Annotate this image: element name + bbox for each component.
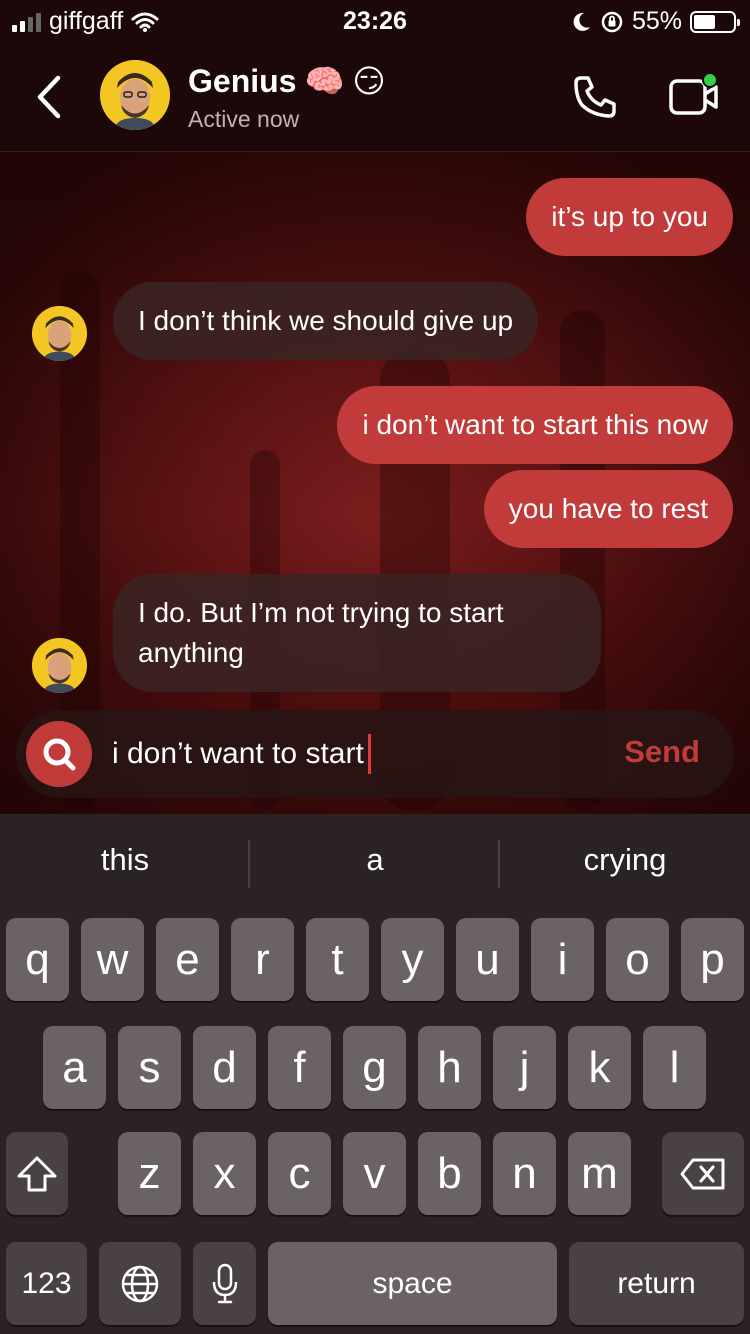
predictive-bar: this a crying xyxy=(0,814,750,914)
video-call-icon[interactable] xyxy=(668,72,720,118)
phone-icon[interactable] xyxy=(572,74,618,120)
key-f[interactable]: f xyxy=(268,1026,331,1109)
key-v[interactable]: v xyxy=(343,1132,406,1215)
smirk-emoji: 😏 xyxy=(352,63,386,99)
key-e[interactable]: e xyxy=(156,918,219,1001)
key-o[interactable]: o xyxy=(606,918,669,1001)
message-out[interactable]: it’s up to you xyxy=(526,178,733,256)
message-in[interactable]: I do. But I’m not trying to start anythi… xyxy=(113,574,601,692)
message-input[interactable]: i don’t want to start xyxy=(112,734,371,774)
battery-icon xyxy=(690,10,740,33)
key-b[interactable]: b xyxy=(418,1132,481,1215)
avatar-face-icon xyxy=(32,638,87,693)
suggestion[interactable]: a xyxy=(250,842,500,878)
key-p[interactable]: p xyxy=(681,918,744,1001)
message-composer: i don’t want to start Send xyxy=(16,710,734,798)
avatar-face-icon xyxy=(32,306,87,361)
orientation-lock-icon xyxy=(601,11,623,32)
contact-avatar[interactable] xyxy=(100,60,170,130)
chat-header: giffgaff 23:26 55% Genius 🧠 😏 Active now xyxy=(0,0,750,152)
key-k[interactable]: k xyxy=(568,1026,631,1109)
key-a[interactable]: a xyxy=(43,1026,106,1109)
messenger-screen: giffgaff 23:26 55% Genius 🧠 😏 Active now… xyxy=(0,0,750,1334)
keyboard: this a crying qwertyuiop asdfghjkl zxcvb… xyxy=(0,814,750,1334)
message-input-text: i don’t want to start xyxy=(112,737,364,770)
status-bar: giffgaff 23:26 55% xyxy=(0,0,750,44)
avatar-face-icon xyxy=(100,60,170,130)
key-w[interactable]: w xyxy=(81,918,144,1001)
key-n[interactable]: n xyxy=(493,1132,556,1215)
key-r[interactable]: r xyxy=(231,918,294,1001)
numbers-key[interactable]: 123 xyxy=(6,1242,87,1325)
contact-name[interactable]: Genius 🧠 😏 xyxy=(188,62,386,100)
globe-key[interactable] xyxy=(99,1242,181,1325)
key-s[interactable]: s xyxy=(118,1026,181,1109)
search-button[interactable] xyxy=(26,721,92,787)
back-chevron-icon[interactable] xyxy=(30,72,70,122)
brain-emoji: 🧠 xyxy=(304,63,345,99)
key-u[interactable]: u xyxy=(456,918,519,1001)
backspace-icon xyxy=(680,1158,725,1189)
delete-key[interactable] xyxy=(662,1132,744,1215)
return-key[interactable]: return xyxy=(569,1242,744,1325)
key-d[interactable]: d xyxy=(193,1026,256,1109)
search-icon xyxy=(43,738,76,771)
key-c[interactable]: c xyxy=(268,1132,331,1215)
send-button[interactable]: Send xyxy=(624,734,700,770)
key-i[interactable]: i xyxy=(531,918,594,1001)
key-q[interactable]: q xyxy=(6,918,69,1001)
suggestion[interactable]: this xyxy=(0,842,250,878)
key-x[interactable]: x xyxy=(193,1132,256,1215)
message-out[interactable]: i don’t want to start this now xyxy=(337,386,733,464)
microphone-icon xyxy=(212,1263,237,1303)
contact-avatar-small xyxy=(32,306,87,361)
status-right-group: 55% xyxy=(570,7,740,36)
key-m[interactable]: m xyxy=(568,1132,631,1215)
suggestion[interactable]: crying xyxy=(500,842,750,878)
dictation-key[interactable] xyxy=(193,1242,256,1325)
text-caret xyxy=(367,734,371,774)
key-h[interactable]: h xyxy=(418,1026,481,1109)
contact-status: Active now xyxy=(188,106,300,132)
globe-icon xyxy=(121,1265,159,1302)
key-y[interactable]: y xyxy=(381,918,444,1001)
moon-icon xyxy=(573,12,590,31)
space-key[interactable]: space xyxy=(268,1242,557,1325)
message-in[interactable]: I don’t think we should give up xyxy=(113,282,539,360)
key-g[interactable]: g xyxy=(343,1026,406,1109)
contact-avatar-small xyxy=(32,638,87,693)
shift-key[interactable] xyxy=(6,1132,68,1215)
key-t[interactable]: t xyxy=(306,918,369,1001)
key-j[interactable]: j xyxy=(493,1026,556,1109)
key-z[interactable]: z xyxy=(118,1132,181,1215)
key-l[interactable]: l xyxy=(643,1026,706,1109)
contact-name-text: Genius xyxy=(188,62,297,99)
battery-percent: 55% xyxy=(631,7,682,35)
message-out[interactable]: you have to rest xyxy=(483,470,733,548)
shift-icon xyxy=(17,1156,57,1191)
